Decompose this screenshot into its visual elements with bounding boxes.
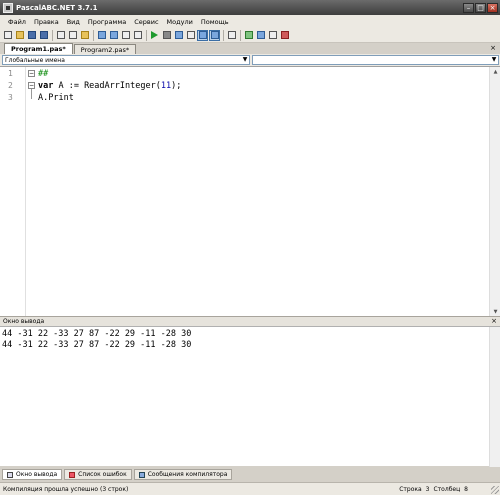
- menu-service[interactable]: Сервис: [130, 18, 162, 26]
- redo-icon[interactable]: [108, 30, 119, 41]
- tab-label: Окно вывода: [16, 471, 58, 478]
- tab-label: Список ошибок: [78, 471, 127, 478]
- compiler-messages-icon: [138, 471, 145, 478]
- save-icon[interactable]: [26, 30, 37, 41]
- chevron-down-icon: ▼: [242, 56, 248, 63]
- window-controls: – □ ×: [463, 2, 498, 13]
- member-dropdown[interactable]: ▼: [252, 55, 499, 65]
- row-value: 3: [425, 485, 430, 493]
- run-icon[interactable]: [149, 30, 160, 41]
- toolbar-separator: [223, 29, 224, 41]
- scroll-up-icon[interactable]: ▲: [491, 68, 500, 76]
- menu-program[interactable]: Программа: [84, 18, 130, 26]
- code-text: A := ReadArrInteger(: [53, 81, 161, 91]
- output-panel-title: Окно вывода: [3, 318, 45, 325]
- menu-modules[interactable]: Модули: [163, 18, 197, 26]
- minimize-icon[interactable]: –: [463, 2, 474, 13]
- menu-edit[interactable]: Правка: [30, 18, 63, 26]
- output-panel-header: Окно вывода ×: [0, 316, 500, 326]
- toolbar-separator: [52, 29, 53, 41]
- undo-icon[interactable]: [96, 30, 107, 41]
- stop-icon[interactable]: [161, 30, 172, 41]
- output-window-icon: [7, 471, 13, 478]
- row-label: Строка: [399, 485, 422, 493]
- scope-value: Глобальные имена: [5, 56, 65, 64]
- fold-rail: [31, 89, 32, 99]
- code-navigator: Глобальные имена ▼ ▼: [0, 54, 500, 66]
- line-number: 3: [8, 93, 13, 102]
- line-number: 2: [8, 81, 13, 90]
- cursor-position: Строка 3 Столбец 8: [399, 486, 468, 493]
- code-line: ##: [38, 69, 49, 79]
- col-label: Столбец: [433, 485, 461, 493]
- format-icon[interactable]: [226, 30, 237, 41]
- window-title: PascalABC.NET 3.7.1: [16, 3, 98, 12]
- open-folder-icon[interactable]: [14, 30, 25, 41]
- maximize-icon[interactable]: □: [475, 2, 486, 13]
- fold-toggle-icon[interactable]: −: [28, 70, 35, 77]
- window-cascade-icon[interactable]: [267, 30, 278, 41]
- tab-error-list[interactable]: Список ошибок: [64, 469, 132, 480]
- compile-icon[interactable]: [185, 30, 196, 41]
- menu-help[interactable]: Помощь: [197, 18, 233, 26]
- output-scrollbar[interactable]: [489, 327, 500, 467]
- new-file-icon[interactable]: [2, 30, 13, 41]
- toolbar-separator: [146, 29, 147, 41]
- tab-program1[interactable]: Program1.pas*: [4, 43, 73, 54]
- tab-label: Сообщения компилятора: [147, 471, 228, 478]
- layout-output-icon[interactable]: [197, 29, 208, 41]
- app-icon: [3, 2, 13, 13]
- code-line: A.Print: [38, 93, 74, 103]
- window-tile-icon[interactable]: [279, 30, 290, 41]
- cut-icon[interactable]: [55, 30, 66, 41]
- menu-view[interactable]: Вид: [63, 18, 84, 26]
- menu-file[interactable]: Файл: [4, 18, 30, 26]
- output-line: 44 -31 22 -33 27 87 -22 29 -11 -28 30: [2, 329, 192, 339]
- close-icon[interactable]: ×: [487, 2, 498, 13]
- find-icon[interactable]: [120, 30, 131, 41]
- tab-output-window[interactable]: Окно вывода: [2, 469, 63, 480]
- code-line: var A := ReadArrInteger(11);: [38, 81, 181, 91]
- tab-program2[interactable]: Program2.pas*: [73, 44, 137, 54]
- toolbar-separator: [93, 29, 94, 41]
- error-list-icon: [69, 471, 76, 478]
- col-value: 8: [464, 485, 468, 493]
- scope-dropdown[interactable]: Глобальные имена ▼: [2, 55, 250, 65]
- editor-scrollbar[interactable]: ▲ ▼: [489, 67, 500, 317]
- toolbar: [0, 28, 500, 43]
- line-gutter: 1 2 3: [0, 67, 26, 317]
- close-tab-icon[interactable]: ×: [489, 44, 497, 52]
- number-literal: 11: [160, 81, 172, 91]
- replace-icon[interactable]: [132, 30, 143, 41]
- bottom-panel-tabs: Окно вывода Список ошибок Сообщения комп…: [0, 468, 500, 481]
- step-icon[interactable]: [173, 30, 184, 41]
- menu-bar: Файл Правка Вид Программа Сервис Модули …: [0, 15, 500, 28]
- title-bar: PascalABC.NET 3.7.1 – □ ×: [0, 0, 500, 15]
- toolbar-separator: [240, 29, 241, 41]
- scroll-down-icon[interactable]: ▼: [491, 308, 500, 316]
- code-text: );: [171, 81, 182, 91]
- status-bar: Компиляция прошла успешно (3 строк) Стро…: [0, 482, 500, 495]
- document-tabs: Program1.pas* Program2.pas*: [0, 43, 500, 54]
- output-line: 44 -31 22 -33 27 87 -22 29 -11 -28 30: [2, 340, 192, 350]
- module-icon[interactable]: [243, 30, 254, 41]
- resize-grip-icon[interactable]: [491, 486, 499, 494]
- fold-toggle-icon[interactable]: −: [28, 82, 35, 89]
- output-window[interactable]: 44 -31 22 -33 27 87 -22 29 -11 -28 30 44…: [0, 326, 500, 467]
- close-icon[interactable]: ×: [491, 317, 497, 326]
- code-editor[interactable]: 1 2 3 − − ## var A := ReadArrInteger(11)…: [0, 66, 500, 317]
- tab-compiler-messages[interactable]: Сообщения компилятора: [133, 469, 233, 480]
- form-designer-icon[interactable]: [255, 30, 266, 41]
- save-all-icon[interactable]: [38, 30, 49, 41]
- layout-split-icon[interactable]: [209, 29, 220, 41]
- paste-icon[interactable]: [79, 30, 90, 41]
- status-message: Компиляция прошла успешно (3 строк): [3, 485, 129, 493]
- chevron-down-icon: ▼: [491, 56, 497, 63]
- copy-icon[interactable]: [67, 30, 78, 41]
- line-number: 1: [8, 69, 13, 78]
- keyword: var: [38, 81, 54, 91]
